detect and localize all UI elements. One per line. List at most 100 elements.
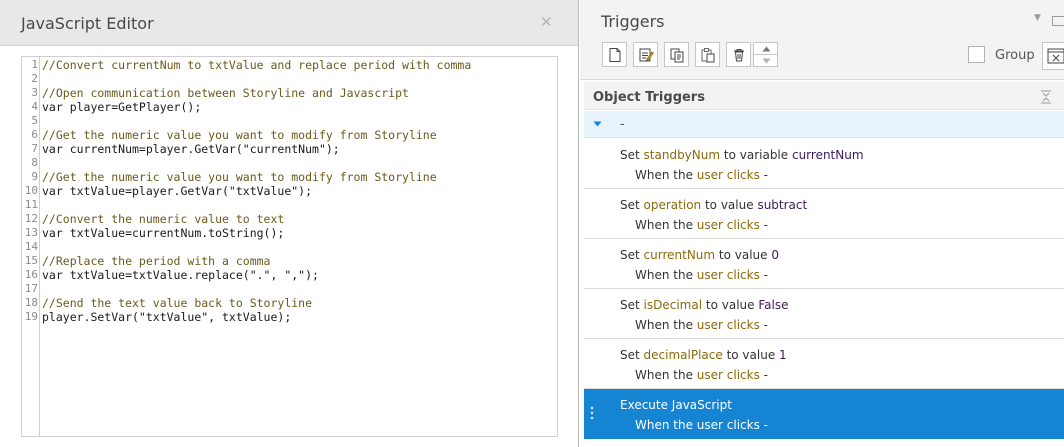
trigger-row[interactable]: Execute JavaScript When the user clicks - (584, 389, 1064, 439)
close-icon[interactable]: ✕ (540, 13, 553, 31)
line-number: 15 (24, 254, 38, 267)
collapse-all-icon[interactable] (1040, 90, 1052, 104)
code-text[interactable]: //Convert currentNum to txtValue and rep… (42, 58, 471, 72)
line-number: 6 (31, 128, 38, 141)
drag-handle-icon[interactable] (590, 406, 594, 420)
code-text[interactable]: //Replace the period with a comma (42, 254, 270, 268)
code-lines[interactable]: 1 //Convert currentNum to txtValue and re… (22, 58, 557, 324)
code-line[interactable]: 13 var txtValue=currentNum.toString(); (22, 226, 557, 240)
trigger-event: user clicks (696, 268, 760, 282)
trigger-row[interactable]: Set isDecimal to value False When the use… (584, 289, 1064, 339)
code-line[interactable]: 19 player.SetVar("txtValue", txtValue); (22, 310, 557, 324)
code-line[interactable]: 5 (22, 114, 557, 128)
code-text[interactable]: //Open communication between Storyline a… (42, 86, 409, 100)
trigger-event: user clicks (696, 218, 760, 232)
trigger-condition: When the user clicks - (635, 268, 768, 282)
delete-trigger-button[interactable] (726, 42, 751, 67)
trigger-condition: When the user clicks - (635, 368, 768, 382)
trigger-variable: currentNum (643, 248, 716, 262)
code-text[interactable]: //Get the numeric value you want to modi… (42, 128, 437, 142)
trigger-action: Set isDecimal to value False (620, 298, 788, 312)
code-line[interactable]: 2 (22, 72, 557, 86)
code-text[interactable]: var player=GetPlayer(); (42, 100, 201, 114)
trigger-event: user clicks (696, 368, 760, 382)
undock-window-icon[interactable] (1052, 16, 1064, 26)
new-trigger-button[interactable] (602, 42, 627, 67)
trigger-action: Set operation to value subtract (620, 198, 807, 212)
triggers-title: Triggers (601, 12, 665, 31)
code-line[interactable]: 4 var player=GetPlayer(); (22, 100, 557, 114)
code-text[interactable]: //Get the numeric value you want to modi… (42, 170, 437, 184)
trigger-event: user clicks (696, 318, 760, 332)
code-text[interactable]: var txtValue=player.GetVar("txtValue"); (42, 184, 312, 198)
code-text[interactable]: //Convert the numeric value to text (42, 212, 284, 226)
code-line[interactable]: 10 var txtValue=player.GetVar("txtValue")… (22, 184, 557, 198)
trigger-when-text: - (759, 318, 768, 332)
trigger-action: Execute JavaScript (620, 398, 732, 412)
trigger-when-text: - (759, 168, 768, 182)
group-checkbox[interactable] (968, 46, 985, 63)
trigger-event: user clicks (696, 168, 760, 182)
edit-trigger-button[interactable] (633, 42, 658, 67)
line-number: 2 (31, 72, 38, 85)
code-text[interactable]: var txtValue=currentNum.toString(); (42, 226, 284, 240)
code-line[interactable]: 9 //Get the numeric value you want to mod… (22, 170, 557, 184)
code-line[interactable]: 1 //Convert currentNum to txtValue and re… (22, 58, 557, 72)
paste-trigger-button[interactable] (695, 42, 720, 67)
code-line[interactable]: 7 var currentNum=player.GetVar("currentNu… (22, 142, 557, 156)
trigger-group-row[interactable]: - (584, 111, 1064, 138)
delete-icon (734, 49, 744, 62)
code-line[interactable]: 8 (22, 156, 557, 170)
code-text[interactable]: var txtValue=txtValue.replace(".", ","); (42, 268, 319, 282)
code-line[interactable]: 6 //Get the numeric value you want to mod… (22, 128, 557, 142)
panel-menu-icon[interactable]: ▼ (1034, 13, 1041, 23)
trigger-condition: When the user clicks - (635, 168, 768, 182)
trigger-row[interactable]: Set standbyNum to variable currentNum Whe… (584, 139, 1064, 189)
trigger-variable: standbyNum (643, 148, 721, 162)
code-line[interactable]: 17 (22, 282, 557, 296)
editor-header: JavaScript Editor ✕ (0, 0, 578, 46)
code-line[interactable]: 16 var txtValue=txtValue.replace(".", ","… (22, 268, 557, 282)
code-text[interactable]: //Send the text value back to Storyline (42, 296, 312, 310)
line-number: 9 (31, 170, 38, 183)
code-line[interactable]: 15 //Replace the period with a comma (22, 254, 557, 268)
trigger-value: 0 (771, 248, 780, 262)
triggers-panel: Triggers ▼ Group Object Triggers - Set s… (580, 0, 1064, 447)
code-editor[interactable]: 1 //Convert currentNum to txtValue and re… (21, 56, 558, 437)
object-triggers-title: Object Triggers (593, 90, 705, 105)
trigger-row[interactable]: Set operation to value subtract When the … (584, 189, 1064, 239)
code-line[interactable]: 12 //Convert the numeric value to text (22, 212, 557, 226)
new-trigger-icon (609, 48, 621, 62)
line-number: 4 (31, 100, 38, 113)
copy-trigger-button[interactable] (664, 42, 689, 67)
trigger-when-text: When the (635, 268, 697, 282)
editor-title: JavaScript Editor (21, 14, 154, 33)
trigger-condition: When the user clicks - (635, 218, 768, 232)
javascript-editor-panel: JavaScript Editor ✕ 1 //Convert currentNu… (0, 0, 579, 447)
line-number: 7 (31, 142, 38, 155)
line-number: 13 (24, 226, 38, 239)
code-line[interactable]: 18 //Send the text value back to Storylin… (22, 296, 557, 310)
variables-icon (1047, 48, 1064, 64)
trigger-action-text: Set (620, 148, 644, 162)
trigger-when-text: When the (635, 418, 697, 432)
code-text[interactable]: player.SetVar("txtValue", txtValue); (42, 310, 291, 324)
trigger-variable: decimalPlace (643, 348, 723, 362)
caret-down-icon[interactable] (593, 121, 602, 127)
code-text[interactable]: var currentNum=player.GetVar("currentNum… (42, 142, 340, 156)
trigger-when-text: - (759, 218, 768, 232)
manage-variables-button[interactable] (1042, 42, 1064, 70)
trigger-condition: When the user clicks - (635, 418, 768, 432)
code-line[interactable]: 14 (22, 240, 557, 254)
code-line[interactable]: 3 //Open communication between Storyline … (22, 86, 557, 100)
trigger-variable: isDecimal (643, 298, 703, 312)
object-triggers-header[interactable]: Object Triggers (584, 82, 1064, 110)
code-line[interactable]: 11 (22, 198, 557, 212)
trigger-row[interactable]: Set currentNum to value 0 When the user c… (584, 239, 1064, 289)
trigger-when-text: When the (635, 318, 697, 332)
move-down-button[interactable] (753, 54, 778, 67)
trigger-value: 1 (779, 348, 787, 362)
line-number: 5 (31, 114, 38, 127)
trigger-variable: operation (643, 198, 702, 212)
trigger-row[interactable]: Set decimalPlace to value 1 When the user… (584, 339, 1064, 389)
